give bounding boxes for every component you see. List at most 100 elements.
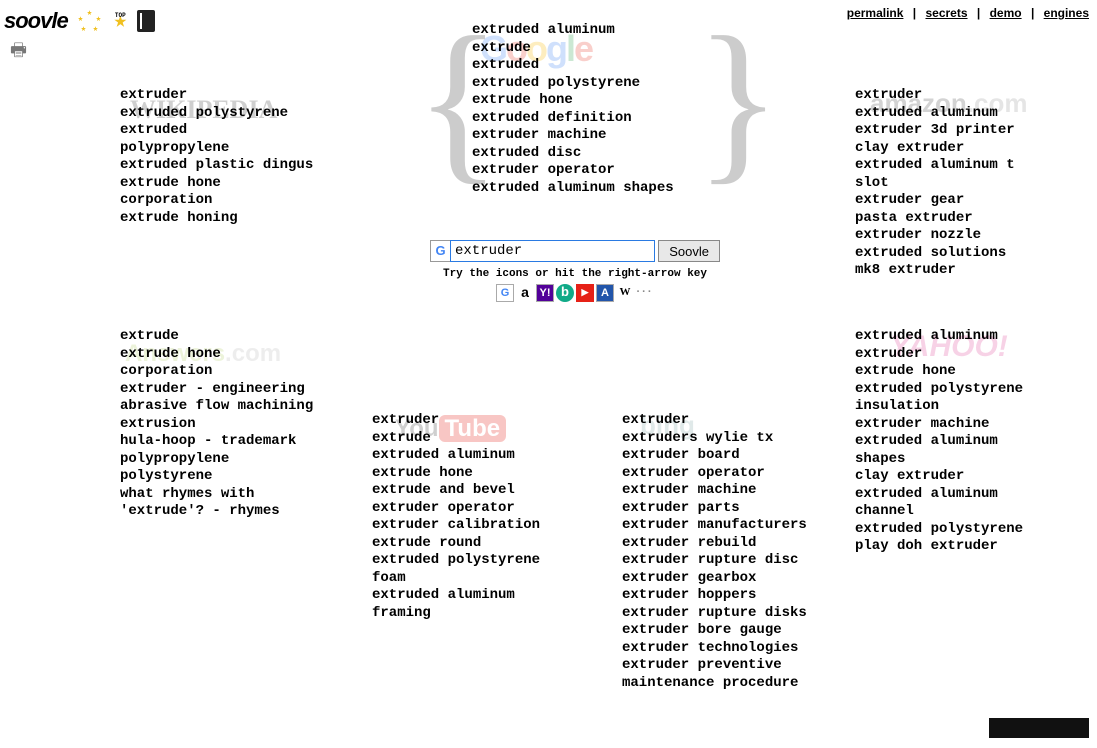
engine-answers-icon[interactable]: A [596,284,614,302]
engine-youtube-icon[interactable]: ▶ [576,284,594,302]
suggestion-item[interactable]: extruded aluminum [372,447,582,465]
suggestion-item[interactable]: extruder [855,87,1055,105]
suggestion-item[interactable]: extrude [372,430,582,448]
engine-bing-icon[interactable]: b [556,284,574,302]
suggestions-amazon: extruderextruded aluminumextruder 3d pri… [855,87,1055,280]
suggestion-item[interactable]: extruders wylie tx [622,430,822,448]
suggestion-item[interactable]: extrude honing [120,210,320,228]
engine-select-row: G a Y! b ▶ A W ··· [430,284,720,302]
saved-stars-icon[interactable]: ★★ ★★ ★ [78,8,104,34]
suggestion-item[interactable]: extrude [120,328,320,346]
suggestion-item[interactable]: extrude hone [472,92,692,110]
suggestion-item[interactable]: extruded plastic dingus [120,157,320,175]
suggestion-item[interactable]: extrude hone corporation [120,346,320,381]
link-engines[interactable]: engines [1044,6,1089,20]
suggestion-item[interactable]: extrude and bevel [372,482,582,500]
search-button[interactable]: Soovle [658,240,720,262]
suggestion-item[interactable]: extruded aluminum [855,105,1055,123]
top-links: permalink | secrets | demo | engines [845,6,1091,20]
link-secrets[interactable]: secrets [925,6,967,20]
suggestion-item[interactable]: extruded polystyrene foam [372,552,582,587]
suggestion-item[interactable]: extruded [472,57,692,75]
suggestion-item[interactable]: extrude [472,40,692,58]
suggestion-item[interactable]: extruded aluminum t slot [855,157,1055,192]
suggestion-item[interactable]: extruder nozzle [855,227,1055,245]
suggestion-item[interactable]: abrasive flow machining [120,398,320,416]
suggestion-item[interactable]: extruded solutions [855,245,1055,263]
search-tip: Try the icons or hit the right-arrow key [430,268,720,280]
suggestion-item[interactable]: pasta extruder [855,210,1055,228]
suggestion-item[interactable]: extrude hone [855,363,1055,381]
suggestion-item[interactable]: extruder manufacturers [622,517,822,535]
suggestion-item[interactable]: extruder operator [622,465,822,483]
suggestion-item[interactable]: extruder [622,412,822,430]
suggestion-item[interactable]: extruded aluminum framing [372,587,582,622]
suggestion-item[interactable]: polypropylene [120,451,320,469]
suggestion-item[interactable]: polystyrene [120,468,320,486]
search-input[interactable] [450,240,655,262]
suggestion-item[interactable]: clay extruder [855,468,1055,486]
suggestion-item[interactable]: extruder machine [472,127,692,145]
suggestion-item[interactable]: extruder [855,346,1055,364]
link-permalink[interactable]: permalink [847,6,904,20]
suggestion-item[interactable]: extruder 3d printer [855,122,1055,140]
suggestion-item[interactable]: extruder bore gauge [622,622,822,640]
suggestions-yahoo: extruded aluminumextruderextrude honeext… [855,328,1055,556]
suggestion-item[interactable]: extruder calibration [372,517,582,535]
suggestion-item[interactable]: extruder operator [372,500,582,518]
suggestion-item[interactable]: extruder rupture disks [622,605,822,623]
suggestion-item[interactable]: what rhymes with 'extrude'? - rhymes [120,486,320,521]
suggestion-item[interactable]: extruder machine [622,482,822,500]
suggestion-item[interactable]: extrusion [120,416,320,434]
suggestion-item[interactable]: extruder technologies [622,640,822,658]
engine-yahoo-icon[interactable]: Y! [536,284,554,302]
suggestion-item[interactable]: extruded disc [472,145,692,163]
suggestion-item[interactable]: clay extruder [855,140,1055,158]
suggestion-item[interactable]: hula-hoop - trademark [120,433,320,451]
suggestion-item[interactable]: extruder parts [622,500,822,518]
brace-right-icon: } [695,10,781,190]
suggestion-item[interactable]: extruded definition [472,110,692,128]
suggestion-item[interactable]: extruded aluminum shapes [855,433,1055,468]
suggestion-item[interactable]: extruder gearbox [622,570,822,588]
soovle-logo[interactable]: soovle [4,8,68,34]
suggestion-item[interactable]: extruder rupture disc [622,552,822,570]
suggestion-item[interactable]: play doh extruder [855,538,1055,556]
suggestions-youtube: extruderextrudeextruded aluminumextrude … [372,412,582,622]
suggestion-item[interactable]: extrude hone [372,465,582,483]
suggestion-item[interactable]: extruded polystyrene [120,105,320,123]
suggestion-item[interactable]: extruded aluminum [472,22,692,40]
engine-google-icon[interactable]: G [496,284,514,302]
suggestion-item[interactable]: extruder machine [855,416,1055,434]
suggestion-item[interactable]: extruder preventive maintenance procedur… [622,657,822,692]
suggestion-item[interactable]: extruder [120,87,320,105]
suggestion-item[interactable]: extruded [120,122,320,140]
book-icon[interactable] [137,10,155,32]
suggestion-item[interactable]: mk8 extruder [855,262,1055,280]
suggestion-item[interactable]: extruder board [622,447,822,465]
suggestion-item[interactable]: extruder rebuild [622,535,822,553]
suggestion-item[interactable]: extruder hoppers [622,587,822,605]
engine-amazon-icon[interactable]: a [516,284,534,302]
suggestion-item[interactable]: extruder operator [472,162,692,180]
link-demo[interactable]: demo [990,6,1022,20]
suggestion-item[interactable]: extruded polystyrene insulation [855,381,1055,416]
save-icon[interactable]: 🖶 [10,38,27,68]
suggestion-item[interactable]: extruded aluminum shapes [472,180,692,198]
suggestion-item[interactable]: extruded polystyrene [472,75,692,93]
suggestion-item[interactable]: extruder [372,412,582,430]
engine-more-icon[interactable]: ··· [636,284,654,302]
suggestion-item[interactable]: extruded polystyrene [855,521,1055,539]
suggestion-item[interactable]: extruder gear [855,192,1055,210]
suggestion-item[interactable]: extruded aluminum [855,328,1055,346]
search-center: G Soovle Try the icons or hit the right-… [430,240,720,302]
top-star-icon[interactable]: ★TOP [114,8,127,34]
engine-wikipedia-icon[interactable]: W [616,284,634,302]
suggestions-answers: extrudeextrude hone corporationextruder … [120,328,320,521]
suggestion-item[interactable]: extrude hone corporation [120,175,320,210]
suggestion-item[interactable]: extrude round [372,535,582,553]
suggestion-item[interactable]: extruder - engineering [120,381,320,399]
suggestion-item[interactable]: polypropylene [120,140,320,158]
current-engine-icon[interactable]: G [430,240,450,262]
suggestion-item[interactable]: extruded aluminum channel [855,486,1055,521]
